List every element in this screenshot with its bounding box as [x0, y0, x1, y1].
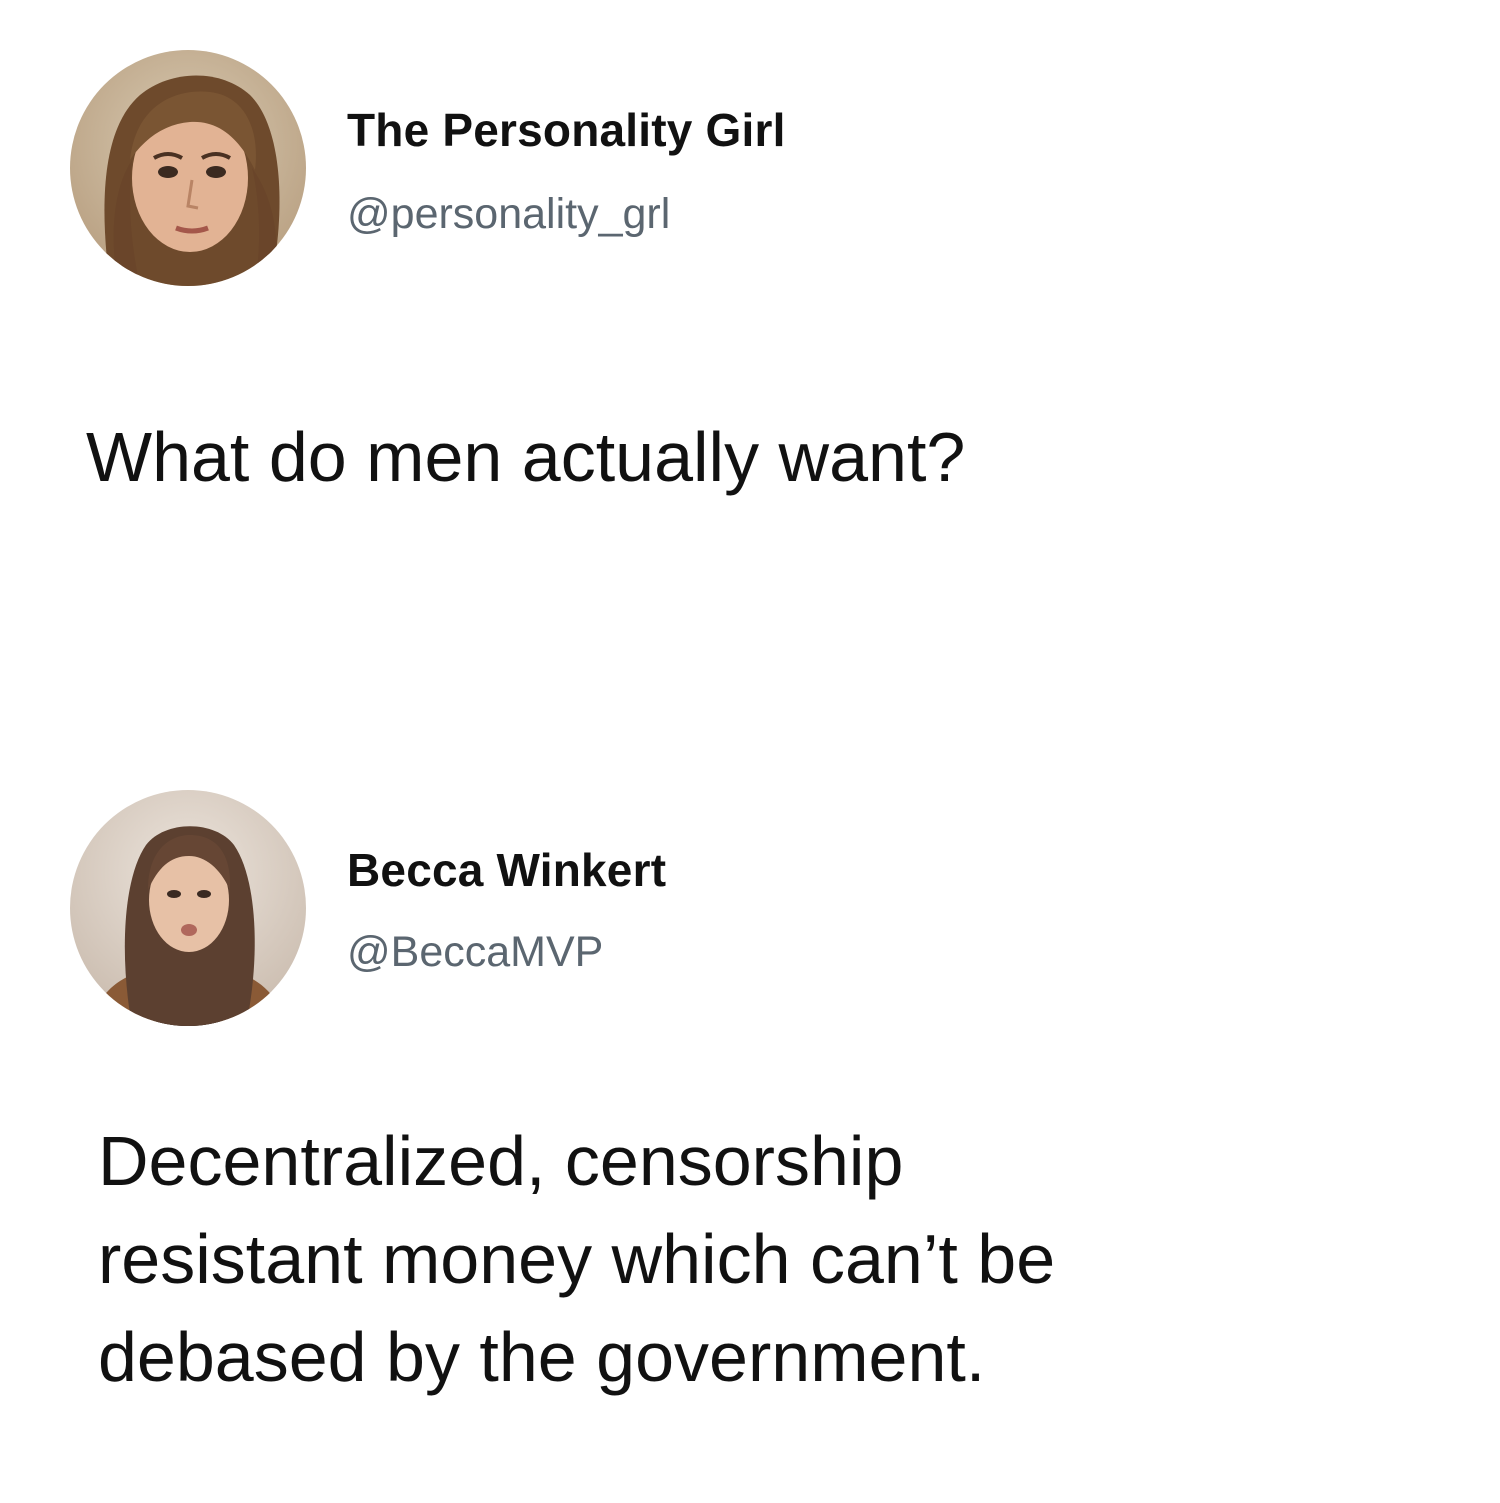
avatar-personality-girl[interactable] — [70, 50, 306, 286]
tweet-body-line: Decentralized, censorship — [98, 1122, 904, 1200]
author-handle[interactable]: @BeccaMVP — [347, 928, 603, 977]
tweet-body: What do men actually want? — [86, 418, 966, 496]
author-handle[interactable]: @personality_grl — [347, 190, 670, 239]
tweet-body: Decentralized, censorship resistant mone… — [98, 1112, 1458, 1406]
author-display-name[interactable]: Becca Winkert — [347, 843, 666, 897]
avatar-becca-winkert[interactable] — [70, 790, 306, 1026]
profile-photo-icon — [70, 50, 306, 286]
profile-photo-icon — [70, 790, 306, 1026]
tweet-body-line: resistant money which can’t be — [98, 1220, 1056, 1298]
author-display-name[interactable]: The Personality Girl — [347, 103, 786, 157]
tweet-body-line: debased by the government. — [98, 1318, 986, 1396]
